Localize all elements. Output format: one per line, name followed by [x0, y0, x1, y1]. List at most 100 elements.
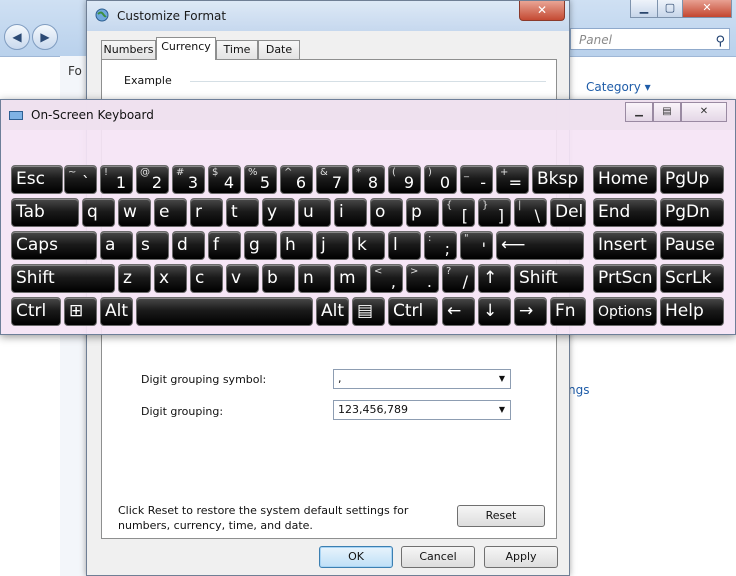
osk-maximize-button[interactable]: ▤: [653, 102, 681, 122]
key-4-12[interactable]: Help: [660, 297, 724, 326]
key-3-11[interactable]: ↑: [478, 264, 511, 293]
key-1-15[interactable]: End: [593, 198, 657, 227]
key-0-6[interactable]: % 5: [244, 165, 277, 194]
ok-button[interactable]: OK: [319, 546, 393, 568]
key-4-6[interactable]: Ctrl: [388, 297, 438, 326]
key-0-4[interactable]: #3: [172, 165, 205, 194]
key-1-16[interactable]: PgDn: [660, 198, 724, 227]
key-3-1[interactable]: z: [118, 264, 151, 293]
key-4-5[interactable]: ▤: [352, 297, 385, 326]
key-2-7[interactable]: j: [316, 231, 349, 260]
forward-button[interactable]: ▶: [32, 24, 58, 50]
key-1-12[interactable]: }]: [478, 198, 511, 227]
key-0-2[interactable]: ! 1: [100, 165, 133, 194]
key-3-0[interactable]: Shift: [11, 264, 115, 293]
settings-link-fragment[interactable]: ngs: [568, 383, 589, 397]
key-3-14[interactable]: ScrLk: [660, 264, 724, 293]
key-1-7[interactable]: u: [298, 198, 331, 227]
key-3-7[interactable]: m: [334, 264, 367, 293]
key-2-12[interactable]: ⟵: [496, 231, 584, 260]
key-1-0[interactable]: Tab: [11, 198, 79, 227]
tab-date[interactable]: Date: [258, 40, 300, 59]
key-2-9[interactable]: l: [388, 231, 421, 260]
apply-button[interactable]: Apply: [484, 546, 558, 568]
search-icon[interactable]: ⚲: [715, 31, 725, 53]
key-3-4[interactable]: v: [226, 264, 259, 293]
key-2-5[interactable]: g: [244, 231, 277, 260]
key-3-9[interactable]: >.: [406, 264, 439, 293]
key-2-14[interactable]: Pause: [660, 231, 724, 260]
control-panel-search-input[interactable]: Panel ⚲: [570, 28, 730, 50]
view-by-category-link[interactable]: Category ▾: [586, 80, 651, 94]
key-4-11[interactable]: Options: [593, 297, 657, 326]
key-2-1[interactable]: a: [100, 231, 133, 260]
key-3-6[interactable]: n: [298, 264, 331, 293]
window-close-button[interactable]: ✕: [682, 0, 732, 18]
tab-numbers[interactable]: Numbers: [101, 40, 156, 59]
key-2-8[interactable]: k: [352, 231, 385, 260]
key-0-7[interactable]: ^ 6: [280, 165, 313, 194]
back-button[interactable]: ◀: [4, 24, 30, 50]
key-0-12[interactable]: _ -: [460, 165, 493, 194]
key-1-1[interactable]: q: [82, 198, 115, 227]
key-3-12[interactable]: Shift: [514, 264, 584, 293]
key-2-0[interactable]: Caps: [11, 231, 97, 260]
key-1-3[interactable]: e: [154, 198, 187, 227]
key-4-1[interactable]: ⊞: [64, 297, 97, 326]
key-0-3[interactable]: @2: [136, 165, 169, 194]
key-2-4[interactable]: f: [208, 231, 241, 260]
key-1-11[interactable]: {[: [442, 198, 475, 227]
reset-button[interactable]: Reset: [457, 505, 545, 527]
key-0-5[interactable]: $4: [208, 165, 241, 194]
key-1-5[interactable]: t: [226, 198, 259, 227]
key-2-6[interactable]: h: [280, 231, 313, 260]
key-4-8[interactable]: ↓: [478, 297, 511, 326]
key-0-15[interactable]: Home: [593, 165, 657, 194]
key-0-10[interactable]: (9: [388, 165, 421, 194]
key-1-8[interactable]: i: [334, 198, 367, 227]
key-1-9[interactable]: o: [370, 198, 403, 227]
key-0-1[interactable]: ~ `: [64, 165, 97, 194]
cancel-button[interactable]: Cancel: [401, 546, 475, 568]
key-1-2[interactable]: w: [118, 198, 151, 227]
key-1-10[interactable]: p: [406, 198, 439, 227]
key-4-2[interactable]: Alt: [100, 297, 133, 326]
key-1-13[interactable]: | \: [514, 198, 547, 227]
key-3-8[interactable]: <,: [370, 264, 403, 293]
key-3-13[interactable]: PrtScn: [593, 264, 657, 293]
key-4-10[interactable]: Fn: [550, 297, 586, 326]
key-0-9[interactable]: * 8: [352, 165, 385, 194]
tab-time[interactable]: Time: [216, 40, 258, 59]
dialog-close-button[interactable]: ✕: [519, 1, 565, 21]
osk-minimize-button[interactable]: ▁: [625, 102, 653, 122]
osk-close-button[interactable]: ✕: [681, 102, 727, 122]
key-3-5[interactable]: b: [262, 264, 295, 293]
key-4-0[interactable]: Ctrl: [11, 297, 61, 326]
key-1-6[interactable]: y: [262, 198, 295, 227]
key-0-14[interactable]: Bksp: [532, 165, 584, 194]
key-1-14[interactable]: Del: [550, 198, 586, 227]
minimize-button[interactable]: ▁: [630, 0, 658, 18]
key-2-13[interactable]: Insert: [593, 231, 657, 260]
maximize-button[interactable]: ▢: [657, 0, 683, 18]
key-1-4[interactable]: r: [190, 198, 223, 227]
key-0-11[interactable]: ) 0: [424, 165, 457, 194]
key-0-16[interactable]: PgUp: [660, 165, 724, 194]
key-2-2[interactable]: s: [136, 231, 169, 260]
key-2-10[interactable]: :;: [424, 231, 457, 260]
key-4-7[interactable]: ←: [442, 297, 475, 326]
key-0-0[interactable]: Esc: [11, 165, 63, 194]
key-4-9[interactable]: →: [514, 297, 547, 326]
digit-grouping-combo[interactable]: 123,456,789 ▼: [333, 400, 511, 420]
digit-grouping-symbol-combo[interactable]: , ▼: [333, 369, 511, 389]
key-2-3[interactable]: d: [172, 231, 205, 260]
key-3-2[interactable]: x: [154, 264, 187, 293]
key-2-11[interactable]: " ': [460, 231, 493, 260]
key-4-4[interactable]: Alt: [316, 297, 349, 326]
key-3-10[interactable]: ? /: [442, 264, 475, 293]
key-0-13[interactable]: + =: [496, 165, 529, 194]
key-0-8[interactable]: & 7: [316, 165, 349, 194]
tab-currency[interactable]: Currency: [156, 37, 216, 60]
key-4-3[interactable]: [136, 297, 313, 326]
key-3-3[interactable]: c: [190, 264, 223, 293]
